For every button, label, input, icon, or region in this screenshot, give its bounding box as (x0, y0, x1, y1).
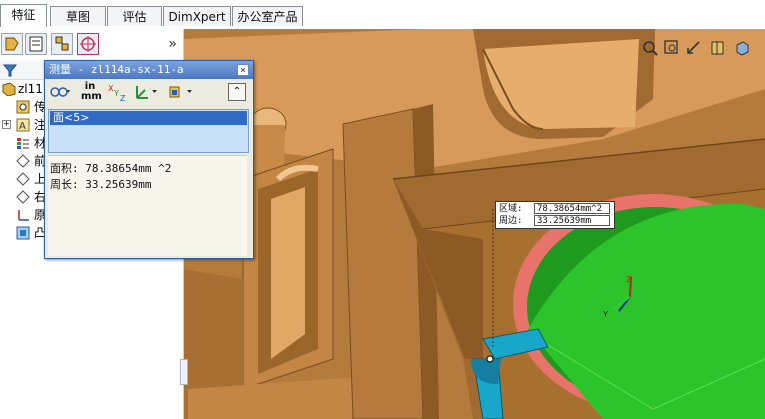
section-view-icon[interactable] (709, 39, 727, 57)
previous-view-icon[interactable] (685, 39, 703, 57)
callout-perimeter-row: 周边: 33.25639mm (496, 215, 614, 227)
measure-callout: 区域: 78.38654mm^2 周边: 33.25639mm (495, 201, 615, 229)
callout-area-value: 78.38654mm^2 (534, 203, 610, 214)
feature-icon (16, 226, 30, 240)
heads-up-toolbar (641, 39, 765, 63)
show-xyz-measurements-icon[interactable]: XYZ (107, 82, 127, 102)
crosshair-icon (80, 36, 96, 52)
panel-collapse-handle[interactable] (180, 359, 188, 385)
selected-face-item[interactable]: 面<5> (50, 111, 247, 125)
plane-icon (16, 190, 30, 204)
annotation-icon: A (16, 118, 30, 132)
panel-tabs: » (0, 33, 183, 59)
triad-y-label: Y (602, 310, 608, 319)
measure-toolbar: in mm XYZ ⌃ (45, 79, 253, 105)
svg-text:Y: Y (113, 89, 119, 98)
point-to-point-icon[interactable] (133, 82, 159, 102)
zoom-area-icon[interactable] (663, 39, 681, 57)
callout-perimeter-label: 周边: (499, 216, 523, 226)
tab-features[interactable]: 特征 (0, 4, 47, 27)
perimeter-result: 周长: 33.25639mm (50, 178, 152, 191)
tree-item-label: zl11 (18, 82, 43, 96)
triad-z-label: Z (626, 275, 632, 284)
property-manager-icon (29, 36, 43, 52)
measure-title: 测量 - zl114a-sx-11-a (49, 63, 184, 76)
property-manager-tab[interactable] (25, 33, 47, 55)
expand-toggle-icon[interactable]: + (2, 120, 11, 129)
measure-results: 面积: 78.38654mm ^2 周长: 33.25639mm (48, 155, 247, 256)
arc-circle-measure-icon[interactable] (49, 82, 71, 102)
model-view: Y Z (183, 29, 765, 419)
tab-sketch[interactable]: 草图 (50, 6, 106, 26)
zoom-to-fit-icon[interactable] (641, 39, 659, 57)
svg-text:A: A (19, 121, 26, 132)
measure-dialog: 测量 - zl114a-sx-11-a × in mm XYZ ⌃ 面<5> 面… (44, 60, 254, 259)
sensor-icon (16, 100, 30, 114)
units-mm-label: mm (81, 91, 102, 102)
feature-tree-icon (5, 37, 19, 51)
graphics-area[interactable]: Y Z 区域: 78.38654mm^2 周边: 33.25639mm (183, 29, 765, 419)
filter-icon[interactable] (2, 62, 18, 78)
coordinate-system-icon[interactable] (167, 82, 195, 102)
callout-area-row: 区域: 78.38654mm^2 (496, 203, 614, 215)
feature-tree-tab[interactable] (1, 33, 23, 55)
dimxpert-manager-tab[interactable] (77, 33, 99, 55)
material-icon (17, 138, 29, 149)
svg-text:Z: Z (120, 94, 126, 102)
part-icon (2, 82, 16, 96)
origin-icon (18, 210, 29, 221)
callout-perimeter-value: 33.25639mm (534, 215, 610, 226)
panel-expand-button[interactable]: » (168, 36, 177, 52)
tab-evaluate[interactable]: 评估 (107, 6, 162, 26)
configuration-manager-icon (55, 36, 69, 51)
expand-button[interactable]: ⌃ (228, 83, 246, 101)
command-manager-tabs: 特征 草图 评估 DimXpert 办公室产品 (0, 0, 765, 30)
selection-list[interactable]: 面<5> (48, 109, 249, 153)
measure-title-bar[interactable]: 测量 - zl114a-sx-11-a × (45, 61, 253, 79)
callout-area-label: 区域: (499, 204, 523, 214)
view-orientation-icon[interactable] (733, 39, 751, 57)
units-precision-button[interactable]: in mm (81, 82, 102, 102)
tab-office-products[interactable]: 办公室产品 (232, 6, 303, 26)
plane-icon (16, 172, 30, 186)
tab-dimxpert[interactable]: DimXpert (163, 6, 231, 26)
close-button[interactable]: × (237, 64, 249, 76)
plane-icon (16, 154, 30, 168)
area-result: 面积: 78.38654mm ^2 (50, 162, 172, 175)
configuration-manager-tab[interactable] (51, 33, 73, 55)
